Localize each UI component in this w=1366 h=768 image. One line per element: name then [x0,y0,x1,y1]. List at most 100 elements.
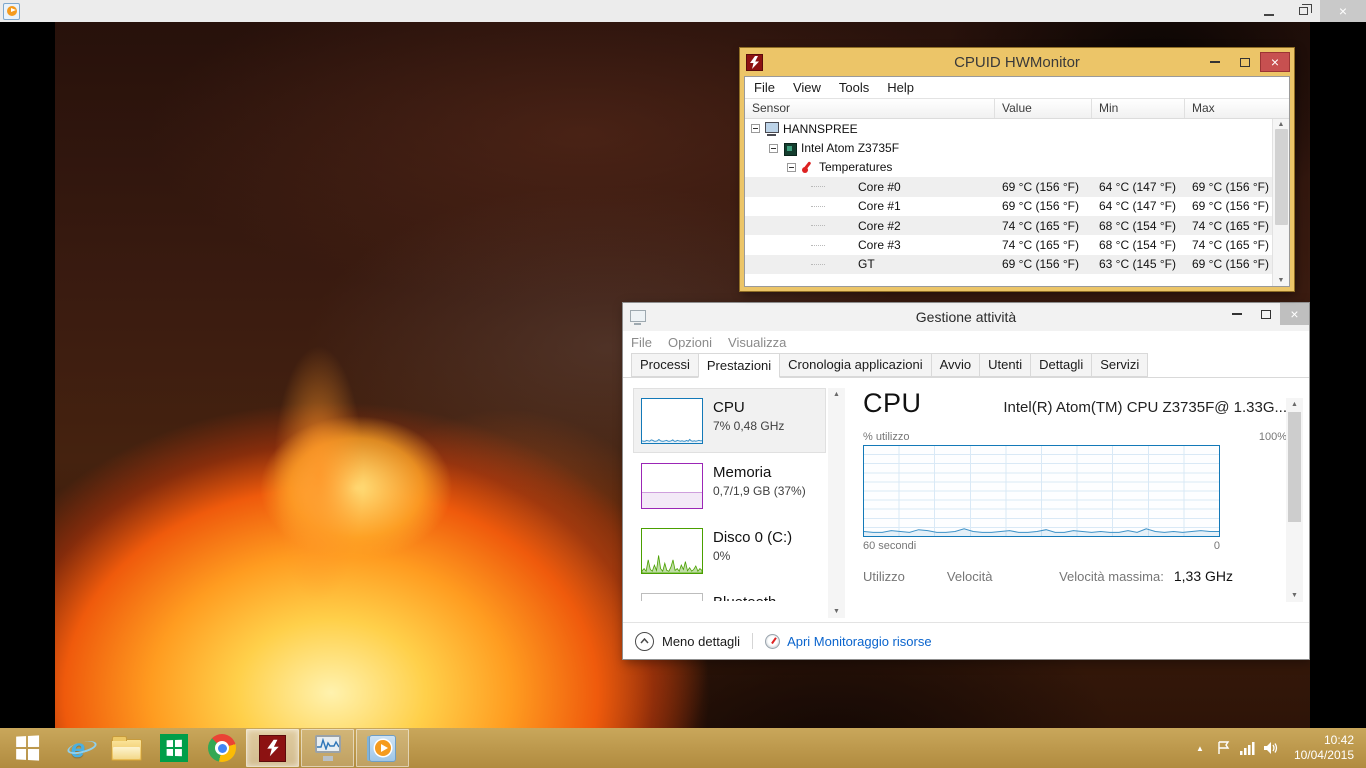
collapse-icon[interactable] [769,144,778,153]
scroll-down-icon[interactable]: ▼ [1291,592,1298,599]
hwmonitor-maximize-button[interactable] [1230,52,1260,72]
tab-processi[interactable]: Processi [631,353,699,377]
scroll-down-icon[interactable]: ▼ [833,608,840,615]
hwmonitor-menubar: File View Tools Help [745,77,1289,99]
show-hidden-icons-button[interactable]: ▲ [1188,728,1212,768]
sensor-min: 68 °C (154 °F) [1092,219,1185,233]
tree-connector [811,245,825,246]
task-manager-maximize-button[interactable] [1251,303,1280,325]
sensor-row[interactable]: Core #3 74 °C (165 °F) 68 °C (154 °F) 74… [745,235,1289,254]
sensor-name: Core #1 [828,199,901,213]
less-details-button[interactable] [635,632,654,651]
host-minimize-button[interactable] [1252,0,1286,22]
maximize-icon [1240,58,1250,67]
sensor-value: 74 °C (165 °F) [995,219,1092,233]
screen: × CPUID HWMonitor × File View [0,0,1366,768]
sidebar-scrollbar[interactable]: ▲ ▼ [828,388,845,618]
minimize-icon [1232,313,1242,315]
hwmonitor-minimize-button[interactable] [1200,52,1230,72]
task-manager-close-button[interactable]: × [1280,303,1309,325]
scroll-down-icon[interactable]: ▼ [1278,277,1285,284]
sidebar-item-memoria[interactable]: Memoria 0,7/1,9 GB (37%) [633,453,826,518]
sidebar-item-disco[interactable]: Disco 0 (C:) 0% [633,518,826,583]
sidebar-memoria-detail: 0,7/1,9 GB (37%) [713,484,806,498]
hwmonitor-close-button[interactable]: × [1260,52,1290,72]
sidebar-bluetooth-label: Bluetooth [713,593,776,602]
hwmonitor-titlebar[interactable]: CPUID HWMonitor × [740,48,1294,76]
taskbar-clock[interactable]: 10:42 10/04/2015 [1284,733,1366,763]
action-center-flag-icon[interactable] [1212,728,1236,768]
sidebar-item-bluetooth[interactable]: Bluetooth [633,583,826,602]
tab-utenti[interactable]: Utenti [979,353,1031,377]
scroll-up-icon[interactable]: ▲ [1291,401,1298,408]
tree-row-cpu[interactable]: Intel Atom Z3735F [745,138,1289,157]
scrollbar-thumb[interactable] [1288,412,1301,522]
task-manager-menubar: File Opzioni Visualizza [623,331,1309,353]
cpu-utilization-graph[interactable] [863,445,1220,537]
collapse-icon[interactable] [787,163,796,172]
taskbar-windows-store[interactable] [150,728,198,768]
scroll-up-icon[interactable]: ▲ [833,391,840,398]
menu-file[interactable]: File [745,80,784,95]
host-restore-button[interactable] [1286,0,1320,22]
max-speed-value: 1,33 GHz [1174,568,1233,584]
menu-tools[interactable]: Tools [830,80,878,95]
sensor-value: 74 °C (165 °F) [995,238,1092,252]
task-manager-minimize-button[interactable] [1222,303,1251,325]
menu-view[interactable]: View [784,80,830,95]
sensor-row[interactable]: Core #0 69 °C (156 °F) 64 °C (147 °F) 69… [745,177,1289,196]
hwmonitor-icon [259,735,286,762]
column-value[interactable]: Value [995,99,1092,118]
taskbar-task-manager-button[interactable] [301,729,354,767]
tab-dettagli[interactable]: Dettagli [1030,353,1092,377]
taskbar-internet-explorer[interactable]: e [54,728,102,768]
tree-row-temperatures[interactable]: Temperatures [745,158,1289,177]
resource-monitor-link[interactable]: Apri Monitoraggio risorse [787,634,932,649]
scroll-up-icon[interactable]: ▲ [1278,121,1285,128]
sensor-row[interactable]: GT 69 °C (156 °F) 63 °C (145 °F) 69 °C (… [745,255,1289,274]
taskbar-media-player-button[interactable] [356,729,409,767]
network-signal-icon[interactable] [1236,728,1260,768]
scrollbar-thumb[interactable] [1275,129,1288,225]
performance-tab-content: CPU 7% 0,48 GHz Memoria 0,7/1,9 GB (37%) [623,378,1309,622]
volume-icon[interactable] [1260,728,1284,768]
sidebar-item-cpu[interactable]: CPU 7% 0,48 GHz [633,388,826,453]
collapse-icon[interactable] [751,124,760,133]
stat-velocita-label: Velocità [947,569,993,584]
taskbar-file-explorer[interactable] [102,728,150,768]
menu-help[interactable]: Help [878,80,923,95]
cpu-panel-scrollbar[interactable]: ▲ ▼ [1286,398,1303,602]
sensor-min: 64 °C (147 °F) [1092,199,1185,213]
sensor-row[interactable]: Core #1 69 °C (156 °F) 64 °C (147 °F) 69… [745,197,1289,216]
sensor-name: Core #3 [828,238,901,252]
task-manager-titlebar[interactable]: Gestione attività × [623,303,1309,331]
tree-row-root[interactable]: HANNSPREE [745,119,1289,138]
chrome-icon [208,734,236,762]
taskbar-hwmonitor-button[interactable] [246,729,299,767]
less-details-label[interactable]: Meno dettagli [662,634,740,649]
hwmonitor-scrollbar[interactable]: ▲ ▼ [1272,119,1289,286]
taskbar-chrome[interactable] [198,728,246,768]
sidebar-disco-detail: 0% [713,549,792,563]
sensor-min: 63 °C (145 °F) [1092,257,1185,271]
tab-avvio[interactable]: Avvio [931,353,981,377]
task-manager-icon [313,735,343,761]
tree-connector [811,225,825,226]
tab-prestazioni[interactable]: Prestazioni [698,353,780,378]
menu-file[interactable]: File [623,335,660,350]
sensor-row[interactable]: Core #2 74 °C (165 °F) 68 °C (154 °F) 74… [745,216,1289,235]
sensor-name: Core #0 [828,180,901,194]
column-max[interactable]: Max [1185,99,1289,118]
host-close-button[interactable]: × [1320,0,1366,22]
minimize-icon [1264,14,1274,16]
host-titlebar: × [0,0,1366,22]
column-sensor[interactable]: Sensor [745,99,995,118]
sensor-value: 69 °C (156 °F) [995,257,1092,271]
menu-opzioni[interactable]: Opzioni [660,335,720,350]
start-button[interactable] [0,728,54,768]
menu-visualizza[interactable]: Visualizza [720,335,794,350]
cpu-node-label: Intel Atom Z3735F [801,141,899,155]
tab-servizi[interactable]: Servizi [1091,353,1148,377]
tab-cronologia-applicazioni[interactable]: Cronologia applicazioni [779,353,931,377]
column-min[interactable]: Min [1092,99,1185,118]
